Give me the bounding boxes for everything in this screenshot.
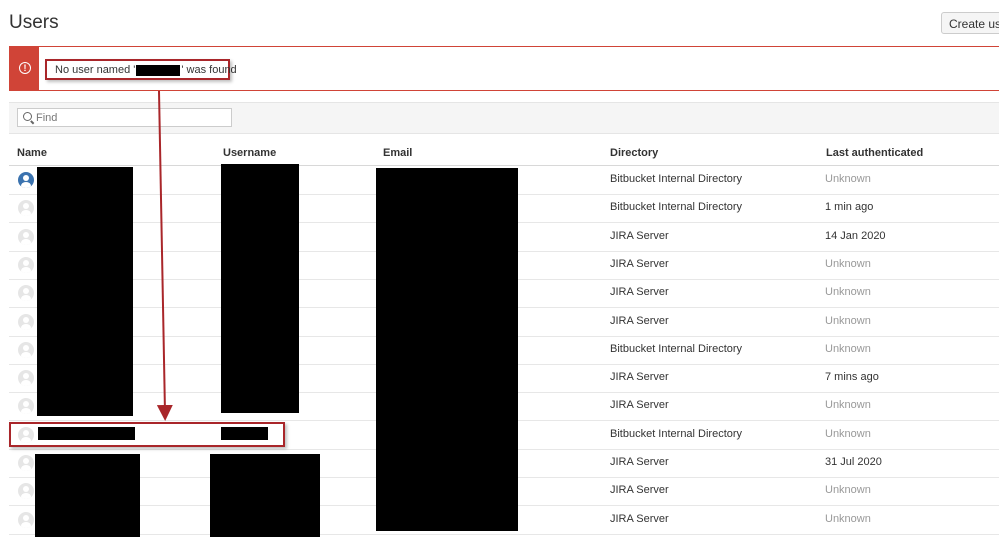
last-authenticated-cell: Unknown bbox=[825, 399, 871, 412]
directory-cell: JIRA Server bbox=[610, 399, 669, 412]
page-title: Users bbox=[9, 12, 59, 33]
directory-cell: JIRA Server bbox=[610, 229, 669, 242]
user-avatar-icon bbox=[18, 341, 34, 358]
last-authenticated-cell: 1 min ago bbox=[825, 201, 874, 214]
directory-cell: JIRA Server bbox=[610, 371, 669, 384]
redacted-name-block-lower bbox=[35, 454, 140, 537]
column-header-email[interactable]: Email bbox=[383, 147, 412, 159]
search-icon bbox=[23, 112, 32, 121]
user-avatar-icon bbox=[18, 256, 34, 273]
directory-cell: Bitbucket Internal Directory bbox=[610, 342, 743, 355]
error-message-suffix: ' was found bbox=[181, 64, 237, 76]
last-authenticated-cell: 14 Jan 2020 bbox=[825, 229, 886, 242]
user-avatar-icon bbox=[18, 200, 34, 217]
create-user-button[interactable]: Create user bbox=[941, 12, 999, 34]
error-icon-box: ! bbox=[10, 47, 39, 90]
directory-cell: JIRA Server bbox=[610, 286, 669, 299]
last-authenticated-cell: Unknown bbox=[825, 173, 871, 185]
error-icon: ! bbox=[19, 62, 31, 74]
last-authenticated-cell: 31 Jul 2020 bbox=[825, 456, 882, 468]
error-message: No user named ' ' was found bbox=[55, 64, 237, 76]
last-authenticated-cell: Unknown bbox=[825, 286, 871, 299]
directory-cell: Bitbucket Internal Directory bbox=[610, 427, 743, 440]
user-avatar-icon bbox=[18, 511, 34, 528]
user-avatar-icon bbox=[18, 172, 34, 188]
redacted-username bbox=[136, 64, 181, 76]
user-avatar-icon bbox=[18, 398, 34, 415]
redacted-username-block-lower bbox=[210, 454, 320, 537]
last-authenticated-cell: Unknown bbox=[825, 314, 871, 327]
error-message-highlight: No user named ' ' was found bbox=[45, 59, 237, 80]
directory-cell: JIRA Server bbox=[610, 512, 669, 525]
column-header-last-authenticated[interactable]: Last authenticated bbox=[826, 147, 923, 159]
last-authenticated-cell: 7 mins ago bbox=[825, 371, 879, 384]
search-input[interactable] bbox=[36, 111, 226, 124]
redacted-name-block bbox=[37, 167, 133, 416]
highlighted-user-row bbox=[9, 422, 285, 447]
last-authenticated-cell: Unknown bbox=[825, 484, 871, 497]
user-avatar-icon bbox=[18, 228, 34, 245]
last-authenticated-cell: Unknown bbox=[825, 427, 871, 440]
directory-cell: Bitbucket Internal Directory bbox=[610, 173, 743, 185]
last-authenticated-cell: Unknown bbox=[825, 512, 871, 525]
last-authenticated-cell: Unknown bbox=[825, 342, 871, 355]
search-box[interactable] bbox=[17, 108, 232, 127]
column-header-name[interactable]: Name bbox=[17, 147, 47, 159]
directory-cell: JIRA Server bbox=[610, 314, 669, 327]
user-avatar-icon bbox=[18, 455, 34, 471]
user-avatar-icon bbox=[18, 370, 34, 387]
column-header-directory[interactable]: Directory bbox=[610, 147, 658, 159]
directory-cell: JIRA Server bbox=[610, 456, 669, 468]
user-avatar-icon bbox=[18, 285, 34, 302]
directory-cell: Bitbucket Internal Directory bbox=[610, 201, 743, 214]
user-avatar-icon bbox=[18, 483, 34, 500]
directory-cell: JIRA Server bbox=[610, 257, 669, 270]
redacted-email-block bbox=[376, 168, 518, 531]
error-message-prefix: No user named ' bbox=[55, 64, 136, 76]
directory-cell: JIRA Server bbox=[610, 484, 669, 497]
user-avatar-icon bbox=[18, 313, 34, 330]
last-authenticated-cell: Unknown bbox=[825, 257, 871, 270]
redacted-username-block bbox=[221, 164, 299, 413]
column-header-username[interactable]: Username bbox=[223, 147, 276, 159]
